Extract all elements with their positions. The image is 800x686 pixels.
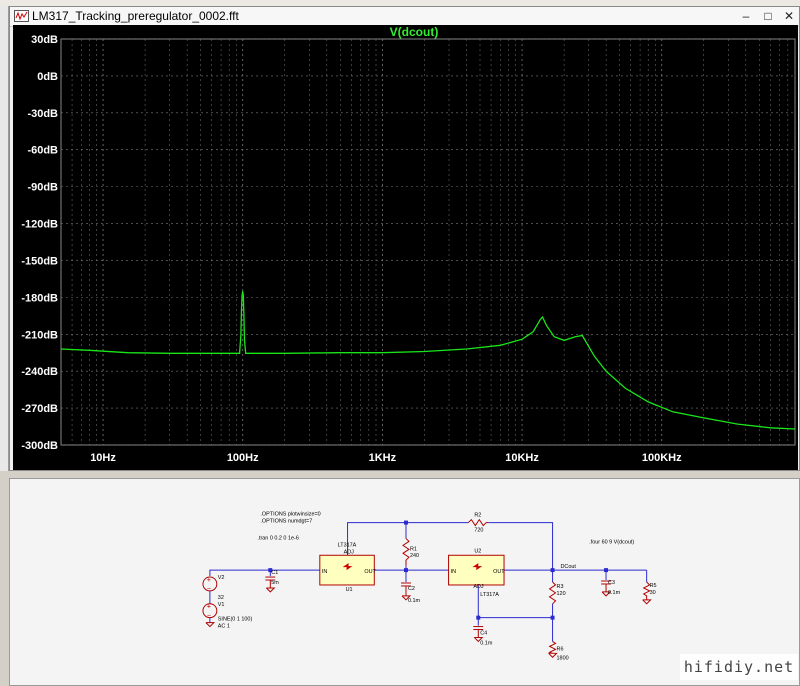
value-c1: 5m: [271, 580, 279, 586]
value-r2: 720: [474, 527, 483, 533]
value-r1: 240: [410, 553, 419, 559]
pin-u2-in: IN: [451, 569, 457, 575]
watermark: hifidiy.net: [680, 654, 798, 680]
label-c1: C1: [271, 570, 278, 576]
y-tick-label: -180dB: [21, 292, 58, 304]
label-u1-part: LT317A: [338, 542, 357, 548]
close-button[interactable]: ✕: [778, 8, 800, 24]
y-tick-label: -90dB: [27, 182, 58, 194]
y-tick-label: -210dB: [21, 329, 58, 341]
ground-symbols: [205, 587, 652, 658]
y-tick-label: 30dB: [31, 34, 58, 46]
value-v1-ac: AC 1: [218, 624, 230, 630]
left-panel-edge: [0, 6, 9, 471]
label-v2: V2: [218, 575, 225, 581]
maximize-button[interactable]: □: [757, 8, 779, 24]
pin-u1-adj: ADJ: [344, 549, 355, 555]
label-c3: C3: [608, 580, 615, 586]
directive-tran[interactable]: .tran 0 0.2 0 1e-6: [257, 535, 298, 541]
window-title: LM317_Tracking_preregulator_0002.fft: [32, 9, 239, 23]
minimize-button[interactable]: –: [735, 8, 757, 24]
directive-four[interactable]: .four 60 9 V(dcout): [589, 539, 634, 545]
pin-u2-adj: ADJ: [473, 584, 484, 590]
y-tick-label: 0dB: [37, 71, 58, 83]
pin-u1-out: OUT: [364, 569, 376, 575]
svg-text:+: +: [207, 577, 211, 584]
value-r6: 1800: [557, 655, 569, 661]
value-c3: 0.1m: [608, 590, 621, 596]
label-r1: R1: [410, 546, 417, 552]
x-tick-label: 100KHz: [642, 452, 682, 464]
plot-background: [13, 25, 798, 470]
fft-plot[interactable]: 30dB 0dB -30dB -60dB -90dB -120dB -150dB -180dB…: [13, 25, 798, 470]
y-tick-label: -60dB: [27, 145, 58, 157]
net-label-dcout[interactable]: DCout: [560, 564, 576, 570]
label-u2-part: LT317A: [480, 592, 499, 598]
value-c2: 0.1m: [408, 598, 421, 604]
y-tick-label: -300dB: [21, 440, 58, 452]
chart-title[interactable]: V(dcout): [390, 25, 439, 39]
y-tick-label: -240dB: [21, 366, 58, 378]
label-c4: C4: [480, 630, 487, 636]
label-v1: V1: [218, 602, 225, 608]
value-v1-sine: SINE(0 1 100): [218, 617, 253, 623]
svg-text:−: −: [207, 613, 211, 620]
directive-options-numdgt[interactable]: .OPTIONS numdgt=7: [260, 519, 312, 525]
label-u1: U1: [346, 587, 353, 593]
pin-u1-in: IN: [322, 569, 328, 575]
source-v2[interactable]: + −: [202, 576, 218, 593]
label-r5: R5: [650, 583, 657, 589]
pin-u2-out: OUT: [493, 569, 505, 575]
x-tick-label: 100Hz: [227, 452, 259, 464]
waveform-file-icon: [14, 10, 29, 22]
label-r6: R6: [557, 646, 564, 652]
y-tick-label: -30dB: [27, 108, 58, 120]
x-tick-label: 10Hz: [90, 452, 116, 464]
value-r3: 120: [557, 591, 566, 597]
value-c4: 0.1m: [480, 640, 493, 646]
label-u2: U2: [474, 548, 481, 554]
y-tick-label: -120dB: [21, 219, 58, 231]
x-tick-label: 10KHz: [505, 452, 539, 464]
y-tick-label: -150dB: [21, 255, 58, 267]
value-r5: 30: [650, 590, 656, 596]
x-tick-label: 1KHz: [369, 452, 397, 464]
window-titlebar[interactable]: LM317_Tracking_preregulator_0002.fft – □…: [10, 7, 799, 27]
label-r3: R3: [557, 584, 564, 590]
svg-text:+: +: [207, 604, 211, 611]
directive-options-plotwinsize[interactable]: .OPTIONS plotwinsize=0: [260, 512, 320, 518]
label-c2: C2: [408, 586, 415, 592]
label-r2: R2: [474, 513, 481, 519]
source-v1[interactable]: + −: [202, 590, 218, 620]
value-v2: 32: [218, 595, 224, 601]
y-tick-label: -270dB: [21, 403, 58, 415]
